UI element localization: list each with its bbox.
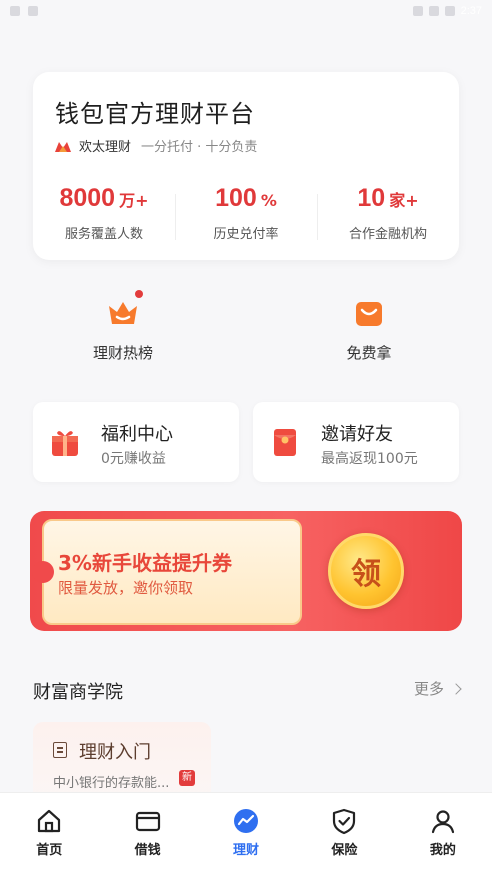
trend-icon <box>234 809 259 833</box>
red-envelope-icon <box>274 429 296 456</box>
quick-entries: 理财热榜 免费拿 <box>0 290 492 363</box>
tab-mine[interactable]: 我的 <box>394 793 492 874</box>
tab-home[interactable]: 首页 <box>0 793 98 874</box>
user-icon <box>431 810 454 834</box>
academy-card-desc: 中小银行的存款能... <box>53 776 170 791</box>
tab-insurance[interactable]: 保险 <box>295 793 393 874</box>
hero-subtitle: 欢太理财 一分托付 · 十分负责 <box>55 136 257 155</box>
quick-item-free[interactable]: 免费拿 <box>246 292 492 363</box>
claim-label: 领 <box>351 557 381 592</box>
welfare-center-card[interactable]: 福利中心 0元赚收益 <box>33 402 239 482</box>
feature-desc: 最高返现100元 <box>321 451 418 467</box>
stat-payout-rate: 100% 历史兑付率 <box>175 184 317 242</box>
status-bar: 2:37 <box>0 0 492 22</box>
crown-icon <box>103 290 143 332</box>
tab-borrow[interactable]: 借钱 <box>98 793 196 874</box>
quick-label: 理财热榜 <box>92 344 153 362</box>
quick-item-hot-list[interactable]: 理财热榜 <box>0 290 246 363</box>
banner-subtitle: 限量发放，邀你领取 <box>58 579 194 597</box>
more-label: 更多 <box>413 680 444 698</box>
more-link[interactable]: 更多 <box>413 678 462 699</box>
stat-label: 服务覆盖人数 <box>64 227 143 242</box>
tab-label: 保险 <box>331 843 358 858</box>
feature-title: 福利中心 <box>101 424 173 445</box>
home-icon <box>38 809 61 833</box>
tab-label: 首页 <box>36 843 63 858</box>
stat-value: 100 <box>215 184 257 212</box>
stat-label: 合作金融机构 <box>348 227 427 242</box>
chevron-right-icon <box>450 682 462 695</box>
status-left <box>10 6 38 16</box>
stat-unit: % <box>260 191 277 210</box>
stats-row: 8000 万+ 服务覆盖人数 100% 历史兑付率 10 家+ 合作金融机构 <box>33 184 459 242</box>
shopping-bag-icon <box>349 292 389 332</box>
brand-logo-icon <box>55 141 71 152</box>
quick-label: 免费拿 <box>346 344 392 362</box>
battery-icon <box>444 6 455 16</box>
claim-button[interactable]: 领 <box>328 533 404 609</box>
academy-title: 财富商学院 <box>33 682 123 703</box>
platform-intro-card: 钱包官方理财平台 欢太理财 一分托付 · 十分负责 8000 万+ 服务覆盖人数 … <box>33 72 459 260</box>
wifi-icon <box>412 6 423 16</box>
stat-users: 8000 万+ 服务覆盖人数 <box>33 184 175 242</box>
academy-card-intro[interactable]: 理财入门 中小银行的存款能... 新 <box>33 722 211 802</box>
notification-icon <box>28 6 38 16</box>
brand-name: 欢太理财 <box>79 140 132 155</box>
feature-desc: 0元赚收益 <box>101 451 166 467</box>
gift-icon <box>52 431 78 456</box>
tab-label: 理财 <box>233 843 260 858</box>
invite-friends-card[interactable]: 邀请好友 最高返现100元 <box>253 402 459 482</box>
signal-icon <box>428 6 439 16</box>
status-right: 2:37 <box>412 5 482 17</box>
slogan: 一分托付 · 十分负责 <box>141 140 258 155</box>
academy-card-title: 理财入门 <box>79 742 151 763</box>
bottom-tab-bar: 首页 借钱 理财 保险 我的 <box>0 792 492 874</box>
tab-label: 借钱 <box>134 843 161 858</box>
document-icon <box>53 742 67 758</box>
card-icon <box>135 811 160 832</box>
new-badge: 新 <box>179 770 195 786</box>
tab-label: 我的 <box>429 843 456 858</box>
status-time: 2:37 <box>460 5 482 17</box>
stat-value: 8000 <box>59 184 116 212</box>
shield-icon <box>333 808 356 835</box>
notification-dot <box>135 290 143 298</box>
stat-unit: 家+ <box>389 191 419 210</box>
stat-label: 历史兑付率 <box>213 227 279 242</box>
banner-title: 3%新手收益提升券 <box>58 551 232 575</box>
newbie-coupon-banner[interactable]: 3%新手收益提升券 限量发放，邀你领取 领 <box>30 511 462 631</box>
stat-value: 10 <box>357 184 386 212</box>
stat-partners: 10 家+ 合作金融机构 <box>317 184 459 242</box>
hero-title: 钱包官方理财平台 <box>55 100 255 128</box>
download-icon <box>10 6 20 16</box>
stat-unit: 万+ <box>119 191 149 210</box>
tab-wealth[interactable]: 理财 <box>197 793 295 874</box>
feature-title: 邀请好友 <box>321 424 393 445</box>
